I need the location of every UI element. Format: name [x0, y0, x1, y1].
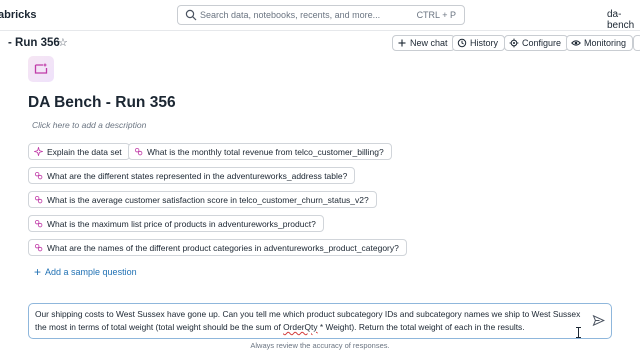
brand-logo-text[interactable]: abricks [0, 9, 37, 21]
chat-input-text-part: * Weight). Return the total weight of ea… [317, 322, 525, 332]
eye-icon [571, 40, 581, 46]
history-button[interactable]: History [452, 35, 506, 51]
global-search-input[interactable]: Search data, notebooks, recents, and mor… [177, 5, 465, 25]
sample-question-label: What is the maximum list price of produc… [47, 218, 316, 229]
sample-question-chip[interactable]: What is the maximum list price of produc… [28, 215, 324, 232]
question-icon [134, 147, 143, 156]
search-placeholder: Search data, notebooks, recents, and mor… [200, 10, 381, 20]
chat-input[interactable]: Our shipping costs to West Sussex have g… [28, 303, 612, 339]
spellcheck-word: OrderQty [283, 322, 318, 332]
plus-icon: + [34, 265, 42, 279]
text-cursor-icon [576, 327, 581, 338]
sample-question-chip[interactable]: What is the monthly total revenue from t… [128, 143, 392, 160]
sparkle-icon [34, 147, 43, 156]
add-sample-question-label: Add a sample question [45, 267, 137, 277]
sample-question-label: What is the monthly total revenue from t… [147, 146, 384, 157]
add-description-field[interactable]: Click here to add a description [32, 120, 146, 130]
monitoring-label: Monitoring [584, 38, 627, 48]
history-label: History [470, 38, 499, 48]
question-icon [34, 171, 43, 180]
history-icon [457, 38, 467, 48]
sample-question-label: Explain the data set [47, 146, 122, 157]
send-icon[interactable] [592, 314, 605, 327]
plus-icon [398, 39, 406, 47]
page-header: - Run 356 ☆ New chat History Configure M… [0, 31, 640, 55]
new-chat-button[interactable]: New chat [392, 35, 455, 51]
workspace-switcher[interactable]: da-bench [607, 9, 640, 31]
space-title: DA Bench - Run 356 [28, 94, 176, 111]
question-icon [34, 195, 43, 204]
sample-question-chip[interactable]: What are the different states represente… [28, 167, 356, 184]
gear-icon [509, 38, 519, 48]
search-shortcut: CTRL + P [416, 10, 456, 20]
sample-question-label: What are the different states represente… [47, 170, 348, 181]
configure-label: Configure [522, 38, 562, 48]
more-actions-button[interactable] [633, 35, 640, 51]
page-title: - Run 356 [8, 37, 60, 49]
search-icon [185, 9, 197, 21]
sample-question-label: What are the names of the different prod… [47, 242, 399, 253]
accuracy-disclaimer: Always review the accuracy of responses. [250, 341, 390, 350]
sample-question-chip[interactable]: What are the names of the different prod… [28, 239, 407, 256]
add-sample-question-button[interactable]: + Add a sample question [34, 265, 137, 279]
configure-button[interactable]: Configure [504, 35, 569, 51]
sample-question-label: What is the average customer satisfactio… [47, 194, 369, 205]
top-bar: abricks Search data, notebooks, recents,… [0, 0, 640, 31]
new-chat-label: New chat [410, 38, 448, 48]
sample-question-chip[interactable]: What is the average customer satisfactio… [28, 191, 377, 208]
question-icon [34, 219, 43, 228]
star-icon[interactable]: ☆ [58, 36, 68, 49]
monitoring-button[interactable]: Monitoring [566, 35, 634, 51]
genie-space-icon [28, 56, 54, 82]
sample-question-chip[interactable]: Explain the data set [28, 143, 130, 160]
question-icon [34, 243, 43, 252]
chat-input-text[interactable]: Our shipping costs to West Sussex have g… [35, 308, 583, 334]
chat-sparkle-icon [34, 62, 48, 74]
